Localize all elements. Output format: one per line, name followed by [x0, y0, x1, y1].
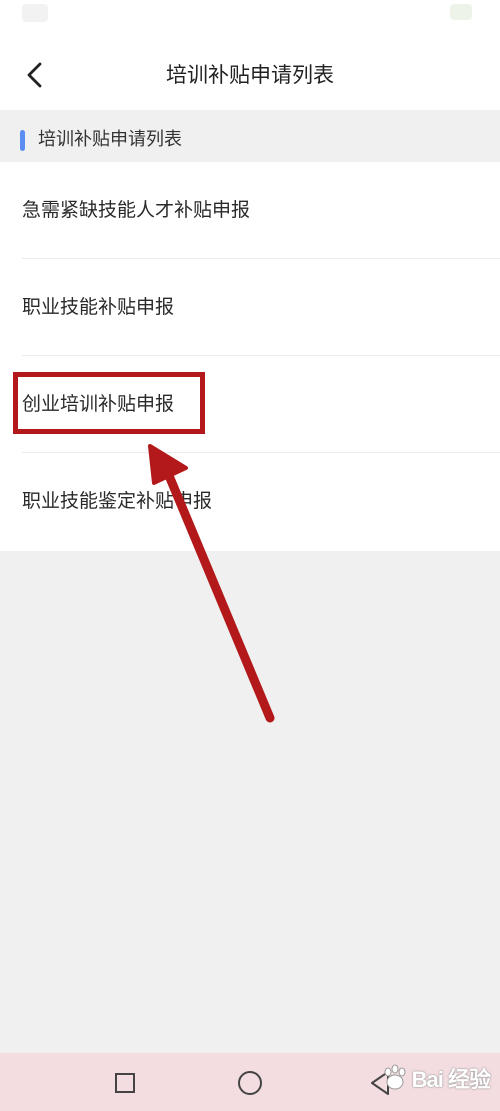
back-button[interactable]: [18, 58, 52, 92]
recent-apps-icon: [115, 1073, 135, 1093]
list-item-vocational-skill-subsidy[interactable]: 职业技能补贴申报: [0, 259, 500, 356]
list-item-urgent-talent-subsidy[interactable]: 急需紧缺技能人才补贴申报: [0, 162, 500, 259]
list-item-entrepreneurship-training-subsidy[interactable]: 创业培训补贴申报: [0, 356, 500, 453]
list-item-label: 创业培训补贴申报: [22, 393, 175, 415]
baidu-paw-logo: [384, 1064, 406, 1090]
home-icon: [238, 1071, 262, 1095]
list-item-label: 急需紧缺技能人才补贴申报: [22, 199, 251, 221]
status-indicator-left: [22, 4, 48, 22]
section-title: 培训补贴申请列表: [38, 129, 182, 150]
watermark-text: Bai 经验: [411, 1067, 491, 1092]
baidu-jingyan-watermark: Bai 经验: [380, 1058, 491, 1098]
status-indicator-right: [450, 4, 472, 20]
list-item-label: 职业技能补贴申报: [22, 296, 175, 318]
recent-apps-button[interactable]: [105, 1063, 145, 1103]
status-bar: [0, 0, 500, 40]
subsidy-list: 急需紧缺技能人才补贴申报 职业技能补贴申报 创业培训补贴申报 职业技能鉴定补贴申…: [0, 162, 500, 551]
list-item-label: 职业技能鉴定补贴申报: [22, 490, 213, 512]
list-item-skill-appraisal-subsidy[interactable]: 职业技能鉴定补贴申报: [0, 453, 500, 550]
chevron-left-icon: [27, 62, 42, 88]
page-title: 培训补贴申请列表: [166, 63, 334, 87]
section-accent-bar: [20, 130, 25, 151]
app-header: 培训补贴申请列表: [0, 40, 500, 110]
home-button[interactable]: [230, 1063, 270, 1103]
section-header: 培训补贴申请列表: [0, 118, 500, 162]
